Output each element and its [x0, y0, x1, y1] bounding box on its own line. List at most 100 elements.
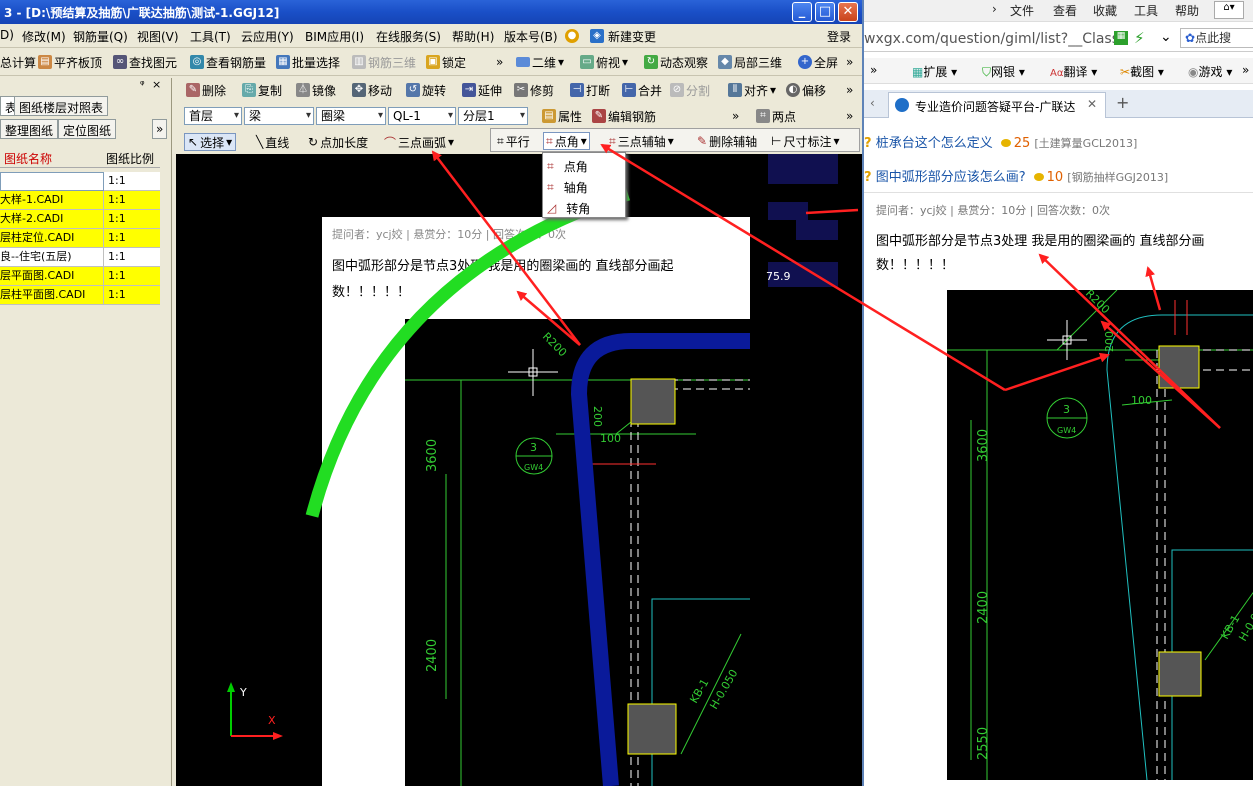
more-chevron-3[interactable]: »	[846, 81, 853, 99]
list-item[interactable]: 层柱平面图.CADI 1:1	[0, 286, 160, 305]
chevron-right-icon[interactable]: ›	[992, 2, 997, 18]
new-change-button[interactable]: 新建变更	[608, 28, 656, 45]
browser-menu-help[interactable]: 帮助	[1175, 2, 1199, 18]
three-point-axis-button[interactable]: ⌗ 三点辅轴 ▾	[609, 132, 674, 150]
local-3d-button[interactable]: ◆ 局部三维	[718, 53, 782, 71]
batch-select-button[interactable]: ▦ 批量选择	[276, 53, 340, 71]
mirror-button[interactable]: ⏃ 镜像	[296, 81, 336, 99]
menu-rebar[interactable]: 钢筋量(Q)	[73, 28, 128, 45]
browser-menu-file[interactable]: 文件	[1010, 2, 1034, 18]
fav-bank[interactable]: ⛉网银 ▾	[982, 63, 1025, 80]
floor-select[interactable]: 首层	[184, 107, 242, 125]
browser-tab-active[interactable]: 专业造价问题答疑平台-广联达 ✕	[888, 92, 1106, 118]
drawing-canvas[interactable]: 提问者：ycj姣 | 悬赏分：10分 | 回答次数：0次 图中弧形部分是节点3处…	[176, 154, 862, 786]
tab-floor-map[interactable]: 图纸楼层对照表	[14, 96, 109, 116]
merge-button[interactable]: ⊢ 合并	[622, 81, 662, 99]
view-rebar-button[interactable]: ◎ 查看钢筋量	[190, 53, 266, 71]
question-item-1[interactable]: ? 桩承台这个怎么定义 25 [土建算量GCL2013]	[864, 132, 1137, 151]
list-item[interactable]: 1:1	[0, 172, 160, 191]
browser-menu-favorites[interactable]: 收藏	[1093, 2, 1117, 18]
question-2-link[interactable]: 图中弧形部分应该怎么画?	[876, 170, 1026, 185]
move-button[interactable]: ✥ 移动	[352, 81, 392, 99]
browser-menu-tools[interactable]: 工具	[1134, 2, 1158, 18]
fullscreen-button[interactable]: + 全屏	[798, 53, 838, 71]
close-button[interactable]: ✕	[838, 2, 858, 22]
tab-prev-chevron[interactable]: ‹	[870, 96, 875, 110]
question-image[interactable]: R200 200 100 3600 2400 2550 3 GW4 KB-1 H…	[947, 290, 1253, 780]
login-button[interactable]: 登录	[827, 28, 851, 45]
point-angle-button[interactable]: ⌗ 点角 ▾	[543, 132, 590, 150]
dimension-button[interactable]: ⊢ 尺寸标注 ▾	[771, 132, 840, 150]
more-chevron-2[interactable]: »	[846, 53, 853, 71]
align-button[interactable]: ⫴ 对齐 ▾	[728, 81, 776, 99]
type-select[interactable]: 圈梁	[316, 107, 386, 125]
2d-button[interactable]: 二维 ▾	[516, 53, 564, 71]
extend-button[interactable]: ⇥ 延伸	[462, 81, 502, 99]
category-select[interactable]: 梁	[244, 107, 314, 125]
properties-button[interactable]: ▤ 属性	[542, 107, 582, 125]
fav-more-chevron[interactable]: »	[870, 63, 877, 77]
lightning-icon[interactable]: ⚡	[1134, 29, 1145, 47]
point-length-button[interactable]: ↻ 点加长度	[308, 133, 368, 151]
three-point-arc-button[interactable]: ⌒ 三点画弧 ▾	[384, 133, 454, 151]
orbit-button[interactable]: ↻ 动态观察	[644, 53, 708, 71]
list-item[interactable]: 大样-1.CADI 1:1	[0, 191, 160, 210]
question-item-2[interactable]: ? 图中弧形部分应该怎么画? 10 [钢筋抽样GGJ2013]	[864, 166, 1168, 185]
locate-drawing-button[interactable]: 定位图纸	[58, 119, 117, 139]
select-button[interactable]: ↖ 选择 ▾	[184, 133, 237, 151]
list-item[interactable]: 层平面图.CADI 1:1	[0, 267, 160, 286]
search-box[interactable]: ✿点此搜	[1180, 28, 1253, 48]
more-chevron-4[interactable]: »	[732, 107, 739, 125]
fav-games[interactable]: ◉游戏 ▾	[1188, 63, 1232, 80]
menu-tools[interactable]: 工具(T)	[190, 28, 231, 45]
title-bar[interactable]: 3 - [D:\预结算及抽筋\广联达抽筋\测试-1.GGJ12] _ □ ✕	[0, 0, 862, 24]
layer-select[interactable]: 分层1	[458, 107, 528, 125]
maximize-button[interactable]: □	[815, 2, 835, 22]
menu-cloud[interactable]: 云应用(Y)	[241, 28, 294, 45]
tab-close-icon[interactable]: ✕	[1087, 97, 1097, 111]
helmet-icon[interactable]: ●	[565, 29, 579, 43]
delete-axis-button[interactable]: ✎ 删除辅轴	[697, 132, 757, 150]
browser-menu-view[interactable]: 查看	[1053, 2, 1077, 18]
list-item[interactable]: 良--住宅(五层) 1:1	[0, 248, 160, 267]
edit-rebar-button[interactable]: ✎ 编辑钢筋	[592, 107, 656, 125]
lock-button[interactable]: ▣ 锁定	[426, 53, 466, 71]
split-button[interactable]: ⊘ 分割	[670, 81, 710, 99]
two-point-button[interactable]: ⌗ 两点	[756, 107, 796, 125]
offset-button[interactable]: ◐ 偏移	[786, 81, 826, 99]
more-chevron-5[interactable]: »	[846, 107, 853, 125]
copy-button[interactable]: ⎘ 复制	[242, 81, 282, 99]
fav-overflow-chevron[interactable]: »	[1242, 63, 1249, 77]
rotate-button[interactable]: ↺ 旋转	[406, 81, 446, 99]
level-slab-top-button[interactable]: ▤ 平齐板顶	[38, 53, 102, 71]
menu-axis-angle[interactable]: ⌗ 轴角	[547, 177, 588, 197]
new-tab-button[interactable]: +	[1116, 93, 1129, 112]
menu-help[interactable]: 帮助(H)	[452, 28, 494, 45]
fav-translate[interactable]: Aα翻译 ▾	[1050, 63, 1097, 80]
browser-home-icon[interactable]: ⌂▾	[1214, 1, 1244, 19]
fav-extensions[interactable]: ▦扩展 ▾	[912, 63, 957, 80]
top-view-button[interactable]: ▭ 俯视 ▾	[580, 53, 628, 71]
menu-point-angle[interactable]: ⌗ 点角	[547, 156, 588, 176]
menu-online[interactable]: 在线服务(S)	[376, 28, 441, 45]
menu-bim[interactable]: BIM应用(I)	[305, 28, 364, 45]
url-field[interactable]: wxgx.com/question/giml/list?__ClassCc	[864, 31, 1124, 47]
trim-button[interactable]: ✂ 修剪	[514, 81, 554, 99]
pin-icon[interactable]: ᵠ	[140, 78, 145, 91]
break-button[interactable]: ⊣ 打断	[570, 81, 610, 99]
url-dropdown-icon[interactable]: ⌄	[1160, 29, 1172, 45]
qr-icon[interactable]: ▦	[1114, 31, 1128, 45]
list-item[interactable]: 层柱定位.CADI 1:1	[0, 229, 160, 248]
rebar-3d-button[interactable]: ▥ 钢筋三维	[352, 53, 416, 71]
fav-screenshot[interactable]: ✂截图 ▾	[1120, 63, 1164, 80]
menu-d[interactable]: D)	[0, 28, 14, 42]
list-item[interactable]: 大样-2.CADI 1:1	[0, 210, 160, 229]
more-chevron-1[interactable]: »	[496, 53, 503, 71]
organize-drawings-button[interactable]: 整理图纸	[0, 119, 59, 139]
canvas-svg[interactable]: 提问者：ycj姣 | 悬赏分：10分 | 回答次数：0次 图中弧形部分是节点3处…	[176, 154, 862, 786]
find-element-button[interactable]: ∞ 查找图元	[113, 53, 177, 71]
minimize-button[interactable]: _	[792, 2, 812, 22]
question-1-link[interactable]: 桩承台这个怎么定义	[876, 136, 993, 151]
menu-modify[interactable]: 修改(M)	[22, 28, 66, 45]
calc-button[interactable]: 总计算	[0, 53, 36, 71]
